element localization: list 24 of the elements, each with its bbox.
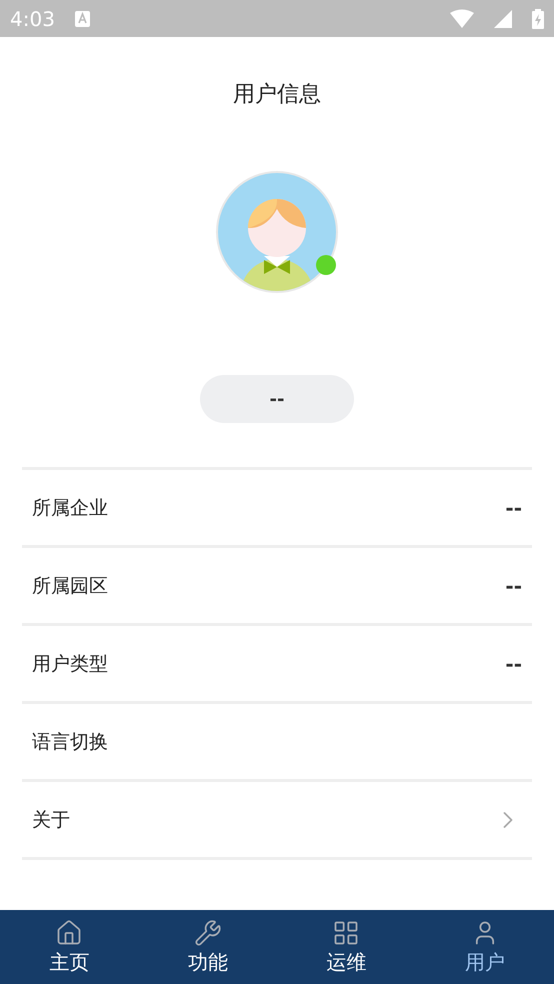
nav-tab[interactable]: 运维 [277,910,416,984]
clock: 4:03 [10,6,55,30]
info-row[interactable]: 关于 [22,782,532,860]
nav-tab[interactable]: 主页 [0,910,138,984]
nav-tab[interactable]: 用户 [416,910,554,984]
info-row[interactable]: 语言切换 [22,704,532,782]
row-value: -- [505,496,522,520]
row-label: 所属企业 [32,496,108,520]
row-value: -- [505,574,522,598]
user-name: -- [200,375,354,423]
wrench-icon [194,918,222,946]
home-icon [55,918,84,946]
grid-icon [332,918,360,946]
row-value: -- [505,652,522,676]
keyboard-icon [74,10,90,26]
signal-icon [494,10,512,28]
row-label: 所属园区 [32,574,108,598]
row-label: 用户类型 [32,652,108,676]
row-label: 语言切换 [32,730,108,754]
row-label: 关于 [32,808,70,832]
wifi-icon [450,9,474,28]
battery-icon [532,8,544,28]
nav-tab[interactable]: 功能 [138,910,277,984]
page-title: 用户信息 [233,81,321,109]
